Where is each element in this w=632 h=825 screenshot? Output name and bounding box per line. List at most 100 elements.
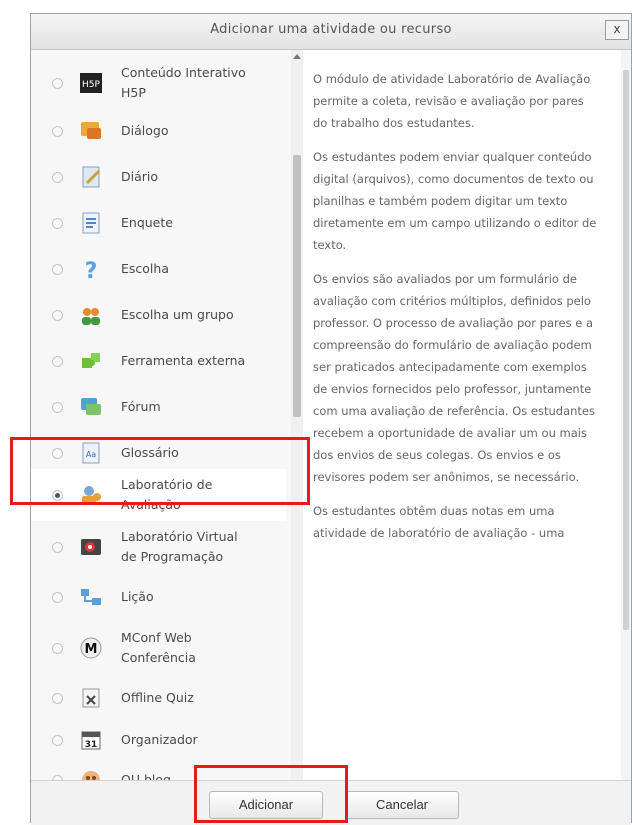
activity-item[interactable]: Ferramenta externa	[31, 343, 286, 379]
description-scrollbar[interactable]	[621, 50, 631, 780]
activity-label-line: Enquete	[121, 215, 173, 230]
activity-radio[interactable]	[52, 126, 63, 137]
activity-radio[interactable]	[52, 310, 63, 321]
activity-item[interactable]: Enquete	[31, 205, 286, 241]
activity-label-line: de Programação	[121, 549, 224, 564]
scrollbar-thumb[interactable]	[293, 155, 301, 417]
h5p-icon: H5P	[79, 71, 103, 95]
calendar-icon: 31	[79, 728, 103, 752]
scroll-up-arrow-icon[interactable]	[293, 54, 301, 59]
activity-label-line: Conferência	[121, 650, 196, 665]
activity-label-line: Diário	[121, 169, 159, 184]
svg-text:31: 31	[85, 740, 98, 750]
activity-label: Laboratório de Avaliação	[121, 475, 212, 515]
activity-label-line: Laboratório Virtual	[121, 529, 238, 544]
activity-label: MConf Web Conferência	[121, 628, 196, 668]
activity-item[interactable]: 31 Organizador	[31, 722, 286, 758]
activity-label-line: Offline Quiz	[121, 690, 194, 705]
activity-label: Diário	[121, 167, 158, 187]
activity-radio[interactable]	[52, 402, 63, 413]
activity-radio[interactable]	[52, 643, 63, 654]
activity-radio[interactable]	[52, 542, 63, 553]
dialog-footer: Adicionar Cancelar	[31, 780, 631, 825]
activity-radio[interactable]	[52, 218, 63, 229]
workshop-icon	[79, 483, 103, 507]
activity-label-line: Conteúdo Interativo	[121, 65, 246, 80]
activity-label-line: H5P	[121, 85, 146, 100]
activity-label: Glossário	[121, 443, 179, 463]
activity-description: O módulo de atividade Laboratório de Ava…	[313, 50, 613, 780]
offline-quiz-icon	[79, 686, 103, 710]
activity-label-line: Laboratório de	[121, 477, 213, 492]
activity-label-line: Escolha um grupo	[121, 307, 234, 322]
activity-item[interactable]: Lição	[31, 579, 286, 615]
vpl-icon	[79, 535, 103, 559]
activity-item[interactable]: ? Escolha	[31, 251, 286, 287]
activity-radio[interactable]	[52, 490, 63, 501]
add-activity-dialog: Adicionar uma atividade ou recurso x H5P…	[30, 13, 632, 825]
activity-item[interactable]: Diário	[31, 159, 286, 195]
description-scrollbar-thumb[interactable]	[623, 70, 629, 630]
description-paragraph: Os estudantes podem enviar qualquer cont…	[313, 150, 597, 252]
activity-radio[interactable]	[52, 264, 63, 275]
group-icon	[79, 303, 103, 327]
activity-label-line: Avaliação	[121, 497, 181, 512]
description-paragraph: Os envios são avaliados por um formulári…	[313, 272, 596, 484]
activity-label-line: Diálogo	[121, 123, 169, 138]
close-button[interactable]: x	[605, 20, 629, 40]
activity-radio[interactable]	[52, 448, 63, 459]
lesson-icon	[79, 585, 103, 609]
mconf-icon: M	[79, 636, 103, 660]
activity-item[interactable]: Laboratório de Avaliação	[31, 469, 286, 521]
activity-label: Escolha	[121, 259, 169, 279]
svg-text:H5P: H5P	[82, 80, 100, 90]
activity-item[interactable]: Fórum	[31, 389, 286, 425]
activity-label-line: Escolha	[121, 261, 169, 276]
description-paragraph: Os estudantes obtêm duas notas em uma at…	[313, 504, 565, 540]
activity-label: Escolha um grupo	[121, 305, 234, 325]
activity-radio[interactable]	[52, 592, 63, 603]
activity-label: Conteúdo Interativo H5P	[121, 63, 246, 103]
activity-item[interactable]: H5P Conteúdo Interativo H5P	[31, 62, 286, 104]
activity-label: Lição	[121, 587, 154, 607]
cancel-button[interactable]: Cancelar	[345, 791, 459, 819]
activity-item[interactable]: Diálogo	[31, 113, 286, 149]
activity-label: Enquete	[121, 213, 173, 233]
activity-radio[interactable]	[52, 735, 63, 746]
svg-text:?: ?	[85, 259, 98, 281]
activity-item[interactable]: OU blog	[31, 762, 286, 780]
activity-label: Fórum	[121, 397, 161, 417]
puzzle-icon	[79, 349, 103, 373]
activity-item[interactable]: Laboratório Virtual de Programação	[31, 525, 286, 569]
activity-radio[interactable]	[52, 356, 63, 367]
activity-label-line: Glossário	[121, 445, 179, 460]
add-button[interactable]: Adicionar	[209, 791, 323, 819]
activity-label-line: MConf Web	[121, 630, 192, 645]
question-icon: ?	[79, 257, 103, 284]
activity-label: Organizador	[121, 730, 198, 750]
svg-text:M: M	[85, 642, 98, 657]
dialog-titlebar: Adicionar uma atividade ou recurso x	[31, 14, 631, 50]
activity-item[interactable]: Escolha um grupo	[31, 297, 286, 333]
svg-text:Aa: Aa	[86, 450, 96, 459]
description-paragraph: O módulo de atividade Laboratório de Ava…	[313, 72, 591, 130]
activity-item[interactable]: Offline Quiz	[31, 680, 286, 716]
activity-item[interactable]: M MConf Web Conferência	[31, 626, 286, 670]
activity-label: Ferramenta externa	[121, 351, 245, 371]
survey-icon	[79, 211, 103, 235]
activity-label: Diálogo	[121, 121, 168, 141]
activity-label: Offline Quiz	[121, 688, 194, 708]
dialog-title: Adicionar uma atividade ou recurso	[210, 22, 452, 37]
activity-list-scrollbar[interactable]	[291, 50, 303, 780]
activity-list: H5P Conteúdo Interativo H5P Diálogo Diário En…	[31, 50, 302, 780]
activity-label-line: OU blog	[121, 772, 171, 780]
forum-icon	[79, 395, 103, 419]
blog-icon	[79, 768, 103, 780]
dialog-icon	[79, 119, 103, 143]
activity-radio[interactable]	[52, 693, 63, 704]
activity-label-line: Lição	[121, 589, 154, 604]
activity-radio[interactable]	[52, 78, 63, 89]
activity-radio[interactable]	[52, 172, 63, 183]
activity-label: Laboratório Virtual de Programação	[121, 527, 238, 567]
activity-item[interactable]: Aa Glossário	[31, 435, 286, 471]
